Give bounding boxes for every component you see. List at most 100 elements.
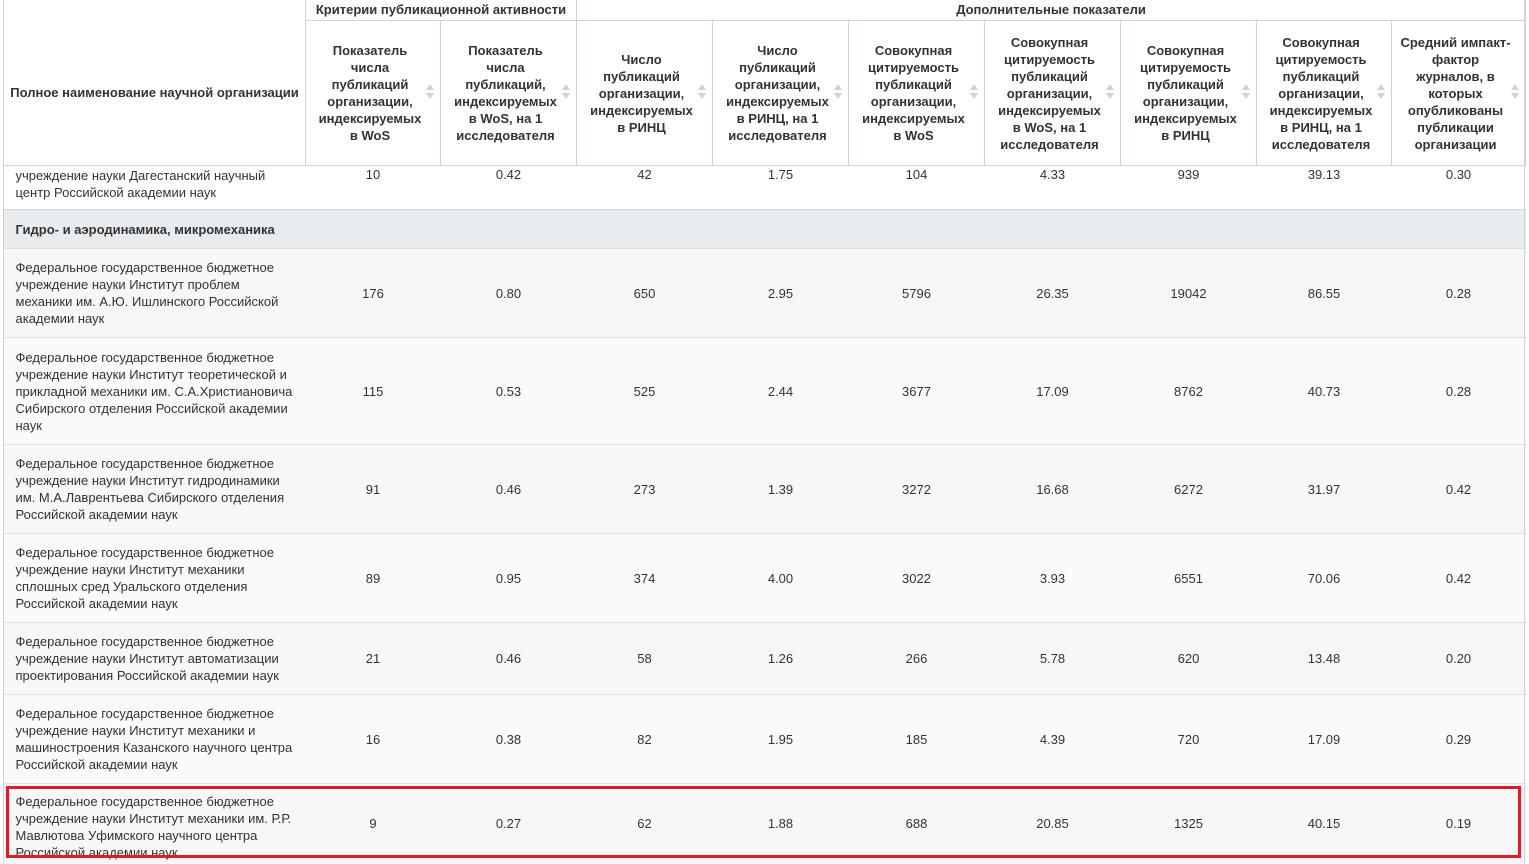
value-cell: 3677 — [848, 337, 985, 445]
column-header-rinc-count[interactable]: Число публикаций организации, индексируе… — [576, 20, 713, 166]
value-cell: 1.75 — [712, 165, 849, 210]
value-cell: 266 — [848, 622, 985, 695]
value-cell: 2.95 — [712, 248, 849, 338]
value-cell: 720 — [1120, 694, 1257, 784]
value-cell: 40.73 — [1256, 337, 1392, 445]
value-cell: 2.44 — [712, 337, 849, 445]
value-cell: 42 — [576, 165, 713, 210]
value-cell: 0.42 — [1391, 533, 1526, 623]
value-cell: 26.35 — [984, 248, 1121, 338]
value-cell: 91 — [305, 444, 441, 534]
column-header-wos-citations[interactable]: Совокупная цитируемость публикаций орган… — [848, 20, 985, 166]
sort-icon[interactable] — [834, 84, 842, 102]
value-cell: 16 — [305, 694, 441, 784]
table-row[interactable]: Федеральное государственное бюджетное уч… — [3, 533, 1526, 623]
table-row: учреждение науки Дагестанский научный це… — [3, 165, 1526, 210]
value-cell: 4.39 — [984, 694, 1121, 784]
table-viewport: Полное наименование научной организации … — [0, 0, 1529, 864]
value-cell: 525 — [576, 337, 713, 445]
org-name-cell: Федеральное государственное бюджетное уч… — [3, 694, 306, 784]
column-header-rinc-citations-per-researcher[interactable]: Совокупная цитируемость публикаций орган… — [1256, 20, 1392, 166]
value-cell: 4.00 — [712, 533, 849, 623]
org-name-cell: Федеральное государственное бюджетное уч… — [3, 337, 306, 445]
sort-icon[interactable] — [426, 84, 434, 102]
value-cell: 688 — [848, 783, 985, 864]
value-cell: 3.93 — [984, 533, 1121, 623]
column-header-wos-count[interactable]: Показатель числа публикаций организации,… — [305, 20, 441, 166]
value-cell: 939 — [1120, 165, 1257, 210]
org-name-cell: Федеральное государственное бюджетное уч… — [3, 248, 306, 338]
data-table: Полное наименование научной организации … — [3, 0, 1527, 864]
column-header-wos-citations-per-researcher[interactable]: Совокупная цитируемость публикаций орган… — [984, 20, 1121, 166]
column-header-wos-per-researcher[interactable]: Показатель числа публикаций, индексируем… — [440, 20, 577, 166]
value-cell: 620 — [1120, 622, 1257, 695]
value-cell: 21 — [305, 622, 441, 695]
value-cell: 0.80 — [440, 248, 577, 338]
value-cell: 0.95 — [440, 533, 577, 623]
value-cell: 1325 — [1120, 783, 1257, 864]
table-row[interactable]: Федеральное государственное бюджетное уч… — [3, 694, 1526, 784]
value-cell: 104 — [848, 165, 985, 210]
group-header-additional-indicators: Дополнительные показатели — [575, 0, 1527, 21]
sort-icon[interactable] — [1377, 84, 1385, 102]
org-name-cell: Федеральное государственное бюджетное уч… — [3, 533, 306, 623]
value-cell: 62 — [576, 783, 713, 864]
value-cell: 0.42 — [1391, 444, 1526, 534]
sort-icon[interactable] — [562, 84, 570, 102]
value-cell: 650 — [576, 248, 713, 338]
column-header-rinc-citations[interactable]: Совокупная цитируемость публикаций орган… — [1120, 20, 1257, 166]
value-cell: 176 — [305, 248, 441, 338]
value-cell: 115 — [305, 337, 441, 445]
column-header-rinc-per-researcher[interactable]: Число публикаций организации, индексируе… — [712, 20, 849, 166]
org-name-cell: Федеральное государственное бюджетное уч… — [3, 622, 306, 695]
value-cell: 58 — [576, 622, 713, 695]
value-cell: 185 — [848, 694, 985, 784]
section-row: Гидро- и аэродинамика, микромеханика — [3, 209, 1526, 249]
sort-icon[interactable] — [970, 84, 978, 102]
value-cell: 19042 — [1120, 248, 1257, 338]
sort-icon[interactable] — [1106, 84, 1114, 102]
value-cell: 9 — [305, 783, 441, 864]
value-cell: 3022 — [848, 533, 985, 623]
sort-icon[interactable] — [1511, 84, 1520, 102]
value-cell: 86.55 — [1256, 248, 1392, 338]
column-header-name[interactable]: Полное наименование научной организации — [3, 0, 306, 166]
table-row[interactable]: Федеральное государственное бюджетное уч… — [3, 444, 1526, 534]
value-cell: 31.97 — [1256, 444, 1392, 534]
value-cell: 6551 — [1120, 533, 1257, 623]
value-cell: 0.42 — [440, 165, 577, 210]
table-row[interactable]: Федеральное государственное бюджетное уч… — [3, 622, 1526, 695]
value-cell: 0.46 — [440, 622, 577, 695]
value-cell: 20.85 — [984, 783, 1121, 864]
value-cell: 5.78 — [984, 622, 1121, 695]
value-cell: 70.06 — [1256, 533, 1392, 623]
table-row[interactable]: Федеральное государственное бюджетное уч… — [3, 248, 1526, 338]
value-cell: 1.88 — [712, 783, 849, 864]
value-cell: 273 — [576, 444, 713, 534]
org-name-cell: учреждение науки Дагестанский научный це… — [3, 165, 306, 210]
table-row[interactable]: Федеральное государственное бюджетное уч… — [3, 337, 1526, 445]
value-cell: 82 — [576, 694, 713, 784]
org-name-cell: Федеральное государственное бюджетное уч… — [3, 783, 306, 864]
value-cell: 1.95 — [712, 694, 849, 784]
table-row-highlighted[interactable]: Федеральное государственное бюджетное уч… — [3, 783, 1526, 864]
value-cell: 0.20 — [1391, 622, 1526, 695]
value-cell: 0.30 — [1391, 165, 1526, 210]
value-cell: 374 — [576, 533, 713, 623]
value-cell: 5796 — [848, 248, 985, 338]
table-header: Полное наименование научной организации … — [3, 0, 1527, 166]
value-cell: 89 — [305, 533, 441, 623]
value-cell: 13.48 — [1256, 622, 1392, 695]
sort-icon[interactable] — [698, 84, 706, 102]
value-cell: 6272 — [1120, 444, 1257, 534]
value-cell: 0.53 — [440, 337, 577, 445]
value-cell: 10 — [305, 165, 441, 210]
value-cell: 17.09 — [984, 337, 1121, 445]
value-cell: 39.13 — [1256, 165, 1392, 210]
column-header-impact-factor[interactable]: Средний импакт-фактор журналов, в которы… — [1390, 20, 1527, 166]
value-cell: 1.39 — [712, 444, 849, 534]
value-cell: 8762 — [1120, 337, 1257, 445]
value-cell: 0.28 — [1391, 248, 1526, 338]
value-cell: 40.15 — [1256, 783, 1392, 864]
sort-icon[interactable] — [1242, 84, 1250, 102]
